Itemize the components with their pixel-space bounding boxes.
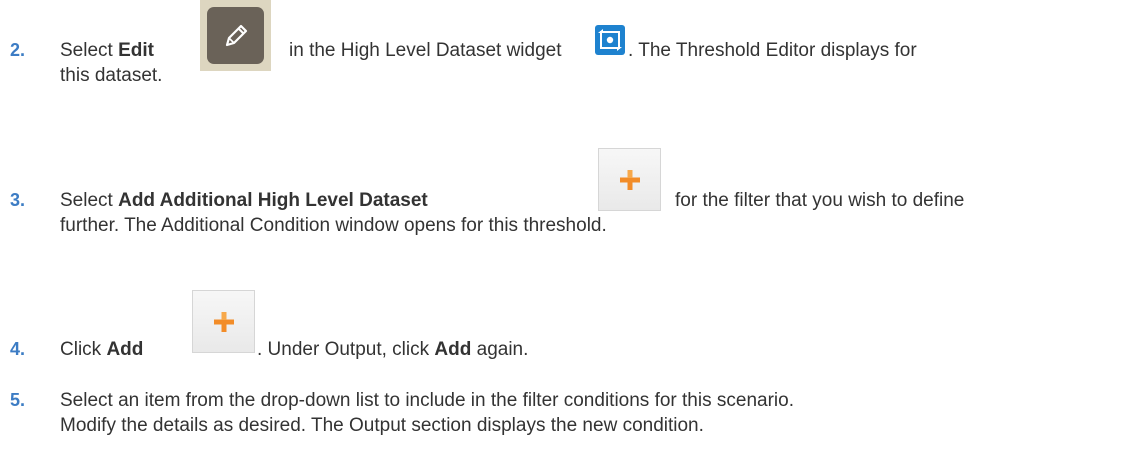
step-2-text-middle: in the High Level Dataset widget <box>289 40 562 61</box>
edit-label: Edit <box>118 40 154 61</box>
step-2-line-1: Select Edit <box>60 39 154 63</box>
dataset-swap-icon <box>595 25 625 55</box>
step-2-text-end: . The Threshold Editor displays for <box>628 40 917 61</box>
add-label: Add <box>106 339 144 360</box>
pencil-icon <box>207 7 264 64</box>
plus-icon <box>619 169 640 190</box>
step-3-text-end: for the filter that you wish to define <box>675 190 965 211</box>
add-again-label: Add <box>434 339 472 360</box>
step-4-line-1: Click Add <box>60 338 143 362</box>
add-additional-dataset-button[interactable] <box>598 148 661 211</box>
step-text: Select <box>60 190 119 211</box>
step-5-line-1: Select an item from the drop-down list t… <box>60 390 794 411</box>
step-3-line-1: Select Add Additional High Level Dataset <box>60 189 428 213</box>
step-text: again. <box>471 339 529 360</box>
step-text: Select <box>60 40 119 61</box>
step-text: . Under Output, click <box>257 339 435 360</box>
step-3-line-2: further. The Additional Condition window… <box>60 215 607 236</box>
step-text: Click <box>60 339 107 360</box>
add-button[interactable] <box>192 290 255 353</box>
step-4-text-end: . Under Output, click Add again. <box>257 338 528 362</box>
step-5-line-2: Modify the details as desired. The Outpu… <box>60 415 704 436</box>
step-number: 2. <box>10 40 26 60</box>
step-number: 5. <box>10 390 26 410</box>
plus-icon <box>213 311 234 332</box>
step-number: 4. <box>10 339 26 359</box>
edit-button[interactable] <box>200 0 271 71</box>
step-number: 3. <box>10 190 26 210</box>
step-2-line-2: this dataset. <box>60 65 163 86</box>
add-additional-label: Add Additional High Level Dataset <box>118 190 428 211</box>
